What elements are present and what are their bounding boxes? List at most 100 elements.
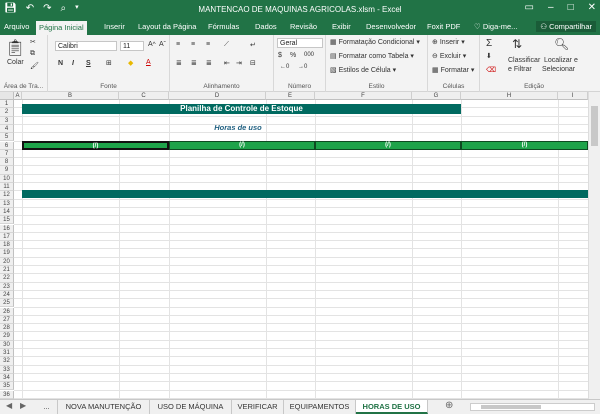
row-header[interactable]: 8 xyxy=(0,158,14,167)
row-header[interactable]: 29 xyxy=(0,332,14,341)
row-header[interactable]: 22 xyxy=(0,274,14,283)
clear-icon[interactable]: ⌫ xyxy=(486,66,496,74)
orientation-icon[interactable]: ⟋ xyxy=(224,41,229,49)
delete-cells-button[interactable]: ⊖ Excluir ▾ xyxy=(432,52,466,60)
select-all-corner[interactable] xyxy=(0,92,14,100)
row-header[interactable]: 36 xyxy=(0,390,14,399)
next-sheet-icon[interactable]: ▶ xyxy=(20,401,26,410)
align-right-icon[interactable]: ≣ xyxy=(206,59,212,67)
horizontal-scroll-thumb[interactable] xyxy=(481,405,541,409)
format-painter-icon[interactable]: 🖌︎ xyxy=(30,62,39,70)
sort-filter-button[interactable]: Classificar xyxy=(508,57,540,64)
sheet-tab-verificar[interactable]: VERIFICAR xyxy=(232,400,284,414)
currency-icon[interactable]: $ xyxy=(278,52,282,59)
column-header-a[interactable]: A xyxy=(14,92,22,100)
row-header[interactable]: 23 xyxy=(0,282,14,291)
row-header[interactable]: 28 xyxy=(0,324,14,333)
row-header[interactable]: 32 xyxy=(0,357,14,366)
shrink-font-icon[interactable]: Aˇ xyxy=(159,41,166,48)
number-format-select[interactable]: Geral xyxy=(277,38,323,48)
format-as-table-button[interactable]: ▤ Formatar como Tabela ▾ xyxy=(330,52,414,60)
sheet-tab-more[interactable]: ... xyxy=(36,400,58,414)
align-bottom-icon[interactable]: ≡ xyxy=(206,41,210,48)
row-header[interactable]: 34 xyxy=(0,373,14,383)
grow-font-icon[interactable]: A^ xyxy=(148,41,156,48)
row-header[interactable]: 30 xyxy=(0,340,14,349)
thousands-button[interactable]: 000 xyxy=(304,52,314,58)
sheet-tab-nova-manutencao[interactable]: NOVA MANUTENÇÃO xyxy=(58,400,150,414)
row-header[interactable]: 20 xyxy=(0,257,14,266)
row-header[interactable]: 10 xyxy=(0,174,14,183)
tab-foxit-pdf[interactable]: Foxit PDF xyxy=(427,22,460,31)
row-header[interactable]: 4 xyxy=(0,124,14,134)
row-header[interactable]: 16 xyxy=(0,224,14,233)
bold-button[interactable]: N xyxy=(58,60,63,67)
find-select-button-line2[interactable]: Selecionar xyxy=(542,66,575,73)
row-header[interactable]: 3 xyxy=(0,116,14,125)
tab-layout[interactable]: Layout da Página xyxy=(138,22,196,31)
row-header[interactable]: 35 xyxy=(0,382,14,391)
row-header[interactable]: 25 xyxy=(0,299,14,308)
paste-icon[interactable]: 📋︎ xyxy=(5,38,25,58)
row-header[interactable]: 1 xyxy=(0,100,14,109)
font-name-select[interactable]: Calibri xyxy=(55,41,117,51)
format-cells-button[interactable]: ▦ Formatar ▾ xyxy=(432,66,474,74)
paste-button[interactable]: Colar xyxy=(7,59,24,66)
share-button[interactable]: ⚇ Compartilhar xyxy=(536,21,596,32)
vertical-scroll-thumb[interactable] xyxy=(591,106,598,146)
add-sheet-icon[interactable]: ⊕ xyxy=(445,400,453,411)
find-select-button[interactable]: Localizar e xyxy=(544,57,578,64)
row-header[interactable]: 6 xyxy=(0,141,14,150)
align-left-icon[interactable]: ≣ xyxy=(176,59,182,67)
tab-exibir[interactable]: Exibir xyxy=(332,22,351,31)
tab-formulas[interactable]: Fórmulas xyxy=(208,22,239,31)
column-header-d[interactable]: D xyxy=(169,92,266,100)
maximize-icon[interactable]: □ xyxy=(568,2,574,13)
column-header-h[interactable]: H xyxy=(461,92,558,100)
vertical-scrollbar[interactable] xyxy=(588,92,600,399)
align-middle-icon[interactable]: ≡ xyxy=(191,41,195,48)
align-top-icon[interactable]: ≡ xyxy=(176,41,180,48)
cut-icon[interactable]: ✂ xyxy=(30,38,36,46)
column-header-i[interactable]: I xyxy=(558,92,588,100)
row-header[interactable]: 19 xyxy=(0,249,14,258)
sheet-tab-equipamentos[interactable]: EQUIPAMENTOS xyxy=(284,400,356,414)
prev-sheet-icon[interactable]: ◀ xyxy=(6,401,12,410)
merge-center-icon[interactable]: ⊟ xyxy=(250,59,256,67)
sheet-tab-horas-de-uso[interactable]: HORAS DE USO xyxy=(356,400,428,414)
fill-icon[interactable]: ⬇ xyxy=(486,52,492,60)
header-cell-3[interactable]: (/) xyxy=(315,141,461,150)
increase-indent-icon[interactable]: ⇥ xyxy=(236,59,242,67)
row-header[interactable]: 27 xyxy=(0,315,14,325)
sort-filter-button-line2[interactable]: e Filtrar xyxy=(508,66,532,73)
cell-styles-button[interactable]: ▧ Estilos de Célula ▾ xyxy=(330,66,396,74)
row-header[interactable]: 12 xyxy=(0,191,14,200)
find-select-icon[interactable]: 🔍︎ xyxy=(554,37,569,51)
header-cell-2[interactable]: (/) xyxy=(169,141,315,150)
row-header[interactable]: 26 xyxy=(0,307,14,316)
row-header[interactable]: 33 xyxy=(0,365,14,374)
borders-icon[interactable]: ⊞ xyxy=(106,59,112,67)
align-center-icon[interactable]: ≣ xyxy=(191,59,197,67)
horizontal-scrollbar[interactable] xyxy=(470,403,595,411)
column-header-b[interactable]: B xyxy=(22,92,119,100)
row-header[interactable]: 14 xyxy=(0,207,14,217)
increase-decimal-icon[interactable]: ←0 xyxy=(280,64,289,70)
row-header[interactable]: 9 xyxy=(0,166,14,175)
tab-desenvolvedor[interactable]: Desenvolvedor xyxy=(366,22,416,31)
tab-arquivo[interactable]: Arquivo xyxy=(4,22,29,31)
worksheet-grid[interactable]: A B C D E F G H I 1 2 3 4 5 6 7 8 9 10 11 12 13 14 15 1… xyxy=(0,92,600,399)
row-header[interactable]: 13 xyxy=(0,199,14,208)
sort-filter-icon[interactable]: ⇅ xyxy=(512,37,522,51)
tab-inserir[interactable]: Inserir xyxy=(104,22,125,31)
header-cell-4[interactable]: (/) xyxy=(461,141,588,150)
tab-pagina-inicial[interactable]: Página Inicial xyxy=(36,21,87,35)
autosum-icon[interactable]: Σ xyxy=(486,38,492,49)
column-header-g[interactable]: G xyxy=(412,92,461,100)
tab-dados[interactable]: Dados xyxy=(255,22,277,31)
sheet-tab-uso-de-maquina[interactable]: USO DE MÁQUINA xyxy=(150,400,232,414)
font-size-select[interactable]: 11 xyxy=(120,41,144,51)
decrease-decimal-icon[interactable]: →0 xyxy=(298,64,307,70)
row-header[interactable]: 11 xyxy=(0,183,14,192)
percent-button[interactable]: % xyxy=(290,52,296,59)
